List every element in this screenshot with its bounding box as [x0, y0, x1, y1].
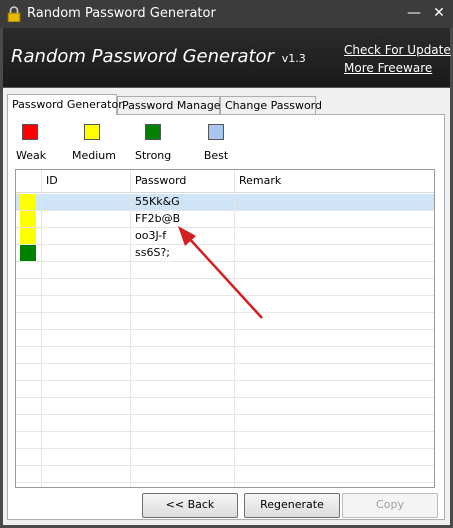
- strong-swatch: [145, 124, 161, 140]
- legend-label: Strong: [135, 149, 172, 162]
- remark-cell: [234, 245, 434, 262]
- table-row[interactable]: FF2b@B: [16, 211, 434, 228]
- table-row[interactable]: [16, 347, 434, 364]
- table-row[interactable]: [16, 415, 434, 432]
- header-banner: Random Password Generator v1.3 Check For…: [3, 28, 451, 88]
- column-header-id[interactable]: ID: [41, 170, 130, 193]
- more-freeware-link[interactable]: More Freeware: [344, 61, 432, 75]
- tab-change-password[interactable]: Change Password: [220, 96, 322, 114]
- column-header-password[interactable]: Password: [130, 170, 234, 193]
- table-row[interactable]: [16, 364, 434, 381]
- back-button[interactable]: << Back: [142, 493, 238, 518]
- legend-strong: Strong: [135, 124, 171, 162]
- password-generator-panel: Weak Medium Strong Best ID Password Rema…: [7, 114, 445, 520]
- main-window: Random Password Generator v1.3 Check For…: [3, 28, 451, 525]
- table-header: ID Password Remark: [16, 170, 434, 193]
- table-row[interactable]: [16, 449, 434, 466]
- id-cell: [41, 245, 130, 262]
- legend-best: Best: [201, 124, 231, 162]
- copy-button[interactable]: Copy: [342, 493, 438, 518]
- lock-icon: [7, 6, 21, 22]
- table-row[interactable]: ss6S?;: [16, 245, 434, 262]
- strength-indicator: [20, 228, 36, 244]
- table-row[interactable]: [16, 262, 434, 279]
- table-row[interactable]: oo3J-f: [16, 228, 434, 245]
- remark-cell: [234, 194, 434, 211]
- best-swatch: [208, 124, 224, 140]
- tab-password-generator[interactable]: Password Generator: [7, 94, 123, 115]
- strength-indicator: [20, 245, 36, 261]
- table-row[interactable]: [16, 313, 434, 330]
- legend-medium: Medium: [72, 124, 116, 162]
- password-cell: 55Kk&G: [130, 194, 234, 211]
- medium-swatch: [84, 124, 100, 140]
- title-bar: Random Password Generator — ✕: [0, 0, 453, 28]
- regenerate-button[interactable]: Regenerate: [244, 493, 340, 518]
- remark-cell: [234, 228, 434, 245]
- legend-weak: Weak: [16, 124, 47, 162]
- check-update-link[interactable]: Check For Update: [344, 43, 451, 57]
- password-cell: ss6S?;: [130, 245, 234, 262]
- id-cell: [41, 211, 130, 228]
- table-row[interactable]: [16, 398, 434, 415]
- legend-label: Weak: [16, 149, 47, 162]
- app-title: Random Password Generator v1.3: [11, 46, 306, 67]
- password-table[interactable]: ID Password Remark 55Kk&G FF2b@B oo3J-f ss6…: [15, 169, 435, 488]
- app-title-text: Random Password Generator: [11, 46, 274, 67]
- table-row[interactable]: [16, 466, 434, 483]
- weak-swatch: [22, 124, 38, 140]
- table-row[interactable]: 55Kk&G: [16, 194, 434, 211]
- legend-label: Best: [203, 149, 229, 162]
- tab-password-manager[interactable]: Password Manager: [117, 96, 225, 114]
- id-cell: [41, 228, 130, 245]
- version-label: v1.3: [281, 52, 306, 65]
- minimize-button[interactable]: —: [403, 3, 425, 23]
- strength-indicator: [20, 211, 36, 227]
- strength-indicator: [20, 194, 36, 210]
- column-header-remark[interactable]: Remark: [234, 170, 434, 193]
- table-row[interactable]: [16, 330, 434, 347]
- table-row[interactable]: [16, 296, 434, 313]
- table-row[interactable]: [16, 432, 434, 449]
- table-row[interactable]: [16, 279, 434, 296]
- remark-cell: [234, 211, 434, 228]
- id-cell: [41, 194, 130, 211]
- password-cell: oo3J-f: [130, 228, 234, 245]
- password-cell: FF2b@B: [130, 211, 234, 228]
- legend-label: Medium: [72, 149, 116, 162]
- table-row[interactable]: [16, 381, 434, 398]
- window-title: Random Password Generator: [27, 6, 216, 21]
- close-button[interactable]: ✕: [428, 3, 450, 23]
